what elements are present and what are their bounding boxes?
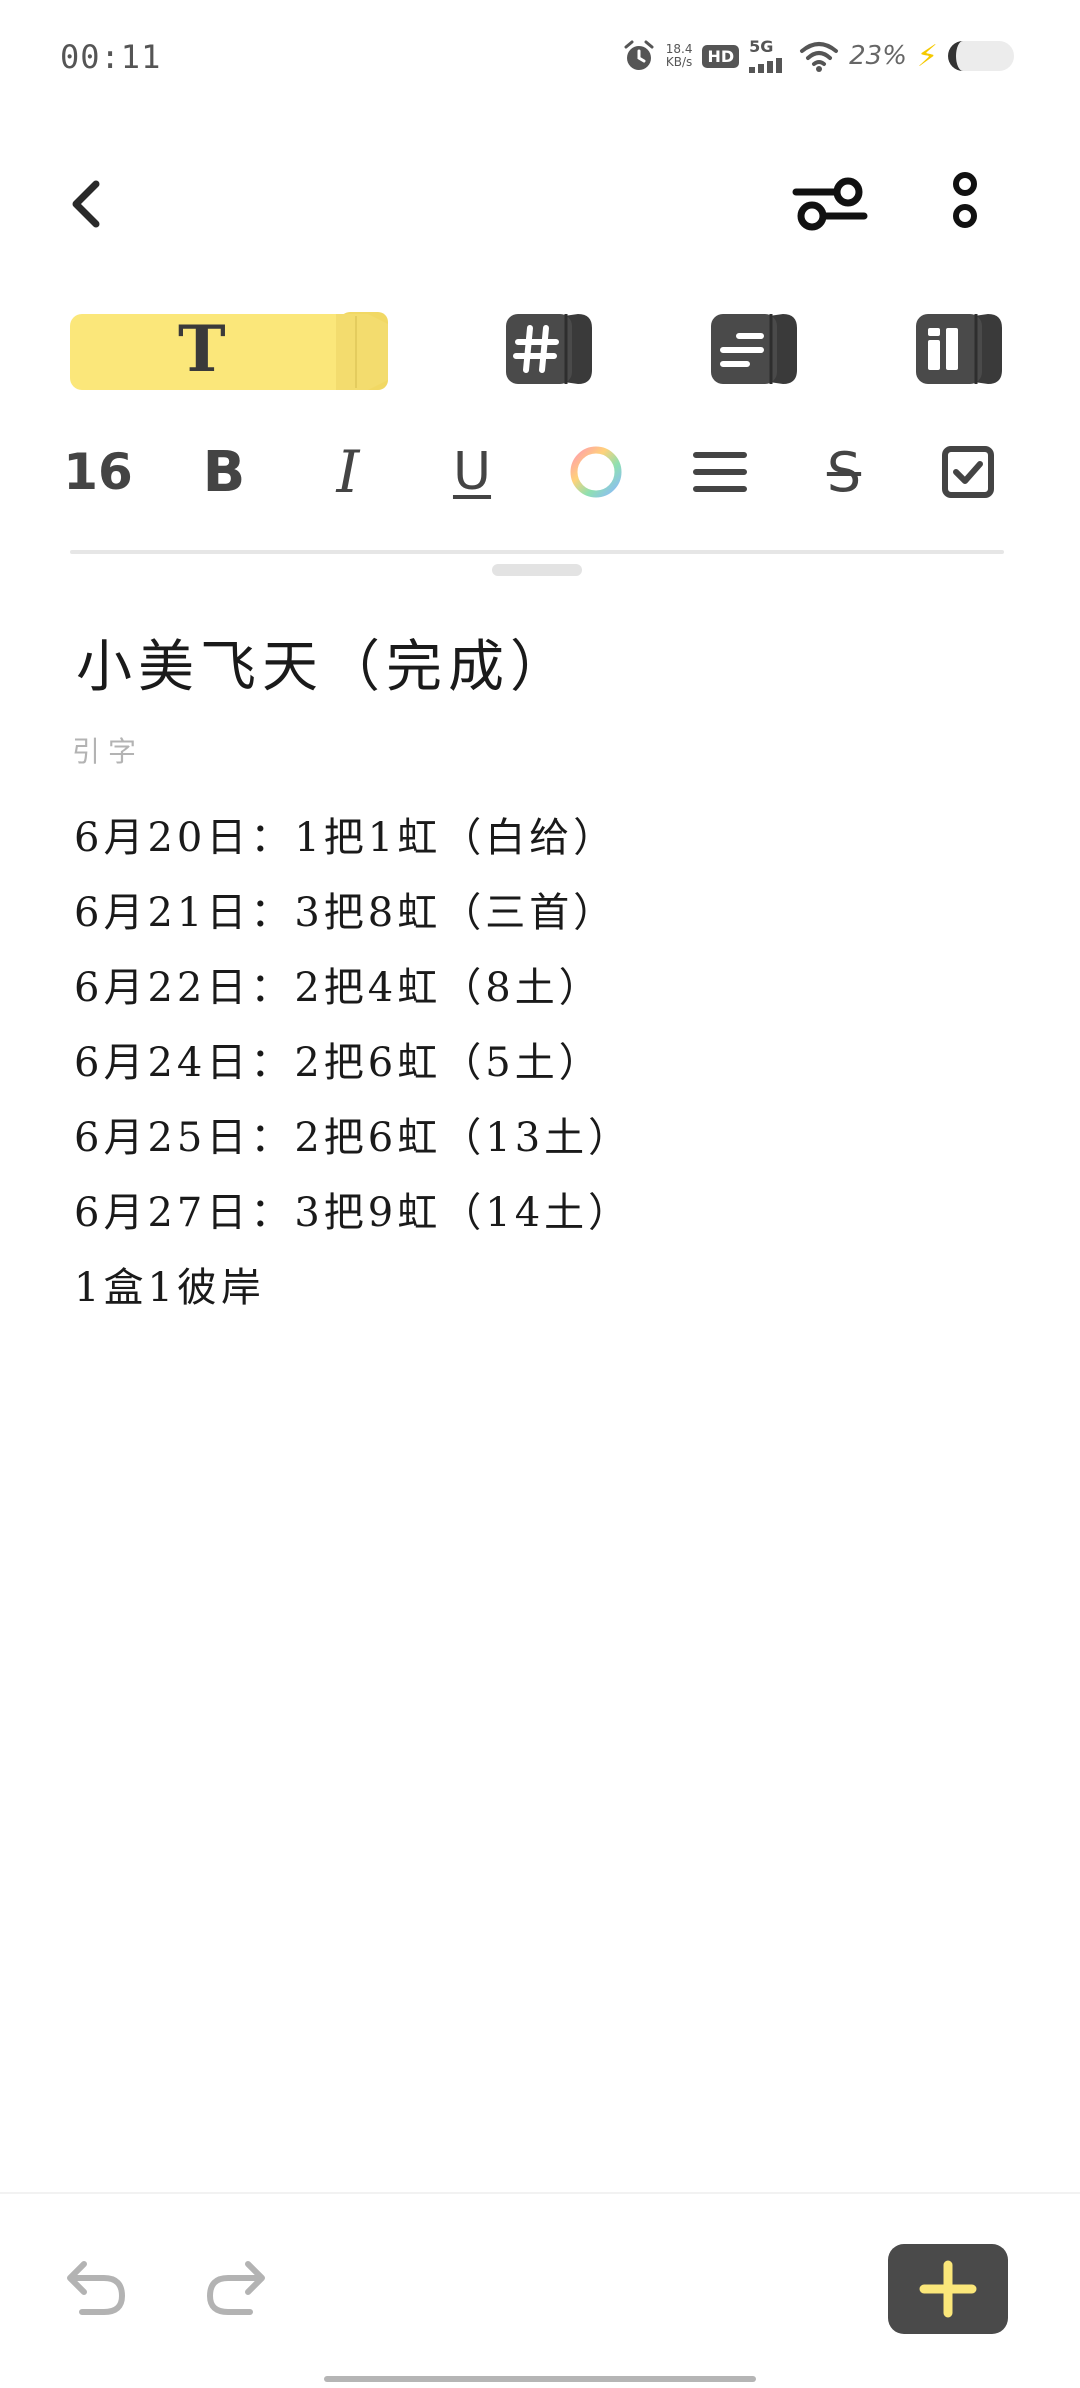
text-color-button[interactable]: [554, 430, 638, 514]
note-line: 6月22日：2把4虹（8土）: [74, 965, 603, 1011]
note-title[interactable]: 小美飞天（完成）: [76, 622, 572, 703]
home-indicator[interactable]: [324, 2376, 756, 2382]
format-bar: 16 B I U S: [63, 430, 1004, 514]
back-icon: [72, 180, 100, 228]
note-subtitle[interactable]: 引字: [72, 730, 144, 770]
drag-handle[interactable]: [492, 564, 582, 576]
settings-toggle-icon: [792, 177, 868, 231]
alarm-icon: [624, 40, 654, 70]
note-line: 6月21日：3把8虹（三首）: [74, 890, 618, 936]
signal-icon: 5G: [749, 39, 789, 73]
status-time: 00:11: [60, 38, 162, 76]
more-icon: [953, 172, 977, 228]
text-mode-label: T: [178, 312, 226, 387]
add-button[interactable]: [888, 2244, 1008, 2334]
charging-icon: ⚡: [916, 38, 938, 74]
mode-tab-tag[interactable]: [506, 310, 594, 388]
note-line: 6月24日：2把6虹（5土）: [74, 1040, 603, 1086]
undo-icon: [67, 2261, 126, 2315]
checkbox-icon: [942, 446, 994, 498]
note-line: 1盒1彼岸: [74, 1265, 265, 1311]
status-icons: 18.4 KB/s HD 5G 23% ⚡: [622, 36, 1014, 76]
hd-icon: HD: [702, 44, 740, 68]
list-icon: [711, 314, 797, 384]
hashtag-icon: [506, 314, 592, 384]
redo-icon: [206, 2261, 265, 2315]
bold-button[interactable]: B: [182, 430, 266, 514]
mode-tab-list[interactable]: [711, 310, 799, 388]
net-speed: 18.4 KB/s: [666, 43, 693, 69]
note-line: 6月20日：1把1虹（白给）: [74, 815, 618, 861]
strikethrough-button[interactable]: S: [802, 430, 886, 514]
mode-tab-layout[interactable]: [916, 310, 1004, 388]
mode-tab-text[interactable]: T: [70, 310, 392, 392]
network-type: 5G: [749, 37, 774, 56]
font-size-button[interactable]: 16: [56, 430, 140, 514]
back-button[interactable]: [60, 168, 120, 238]
layout-icon: [916, 314, 1002, 384]
color-ring-icon: [570, 446, 622, 498]
note-body[interactable]: 6月20日：1把1虹（白给） 6月21日：3把8虹（三首） 6月22日：2把4虹…: [74, 808, 994, 1333]
settings-toggle-button[interactable]: [790, 168, 870, 240]
net-speed-unit: KB/s: [665, 55, 693, 69]
undo-button[interactable]: [62, 2252, 132, 2322]
battery-icon: [948, 41, 1014, 71]
text-mode-icon: [70, 312, 388, 390]
more-button[interactable]: [940, 168, 990, 240]
checkbox-button[interactable]: [926, 430, 1010, 514]
battery-percent: 23%: [849, 41, 907, 71]
toolbar-divider: [70, 550, 1004, 554]
align-icon: [693, 452, 747, 492]
redo-button[interactable]: [200, 2252, 270, 2322]
align-button[interactable]: [678, 430, 762, 514]
note-line: 6月25日：2把6虹（13土）: [74, 1115, 633, 1161]
italic-button[interactable]: I: [306, 430, 390, 514]
bottom-divider: [0, 2192, 1080, 2194]
underline-button[interactable]: U: [430, 430, 514, 514]
add-icon: [919, 2260, 977, 2318]
note-line: 6月27日：3把9虹（14土）: [74, 1190, 633, 1236]
wifi-icon: [800, 42, 839, 72]
status-bar: 00:11 18.4 KB/s HD 5G 23% ⚡: [0, 0, 1080, 110]
